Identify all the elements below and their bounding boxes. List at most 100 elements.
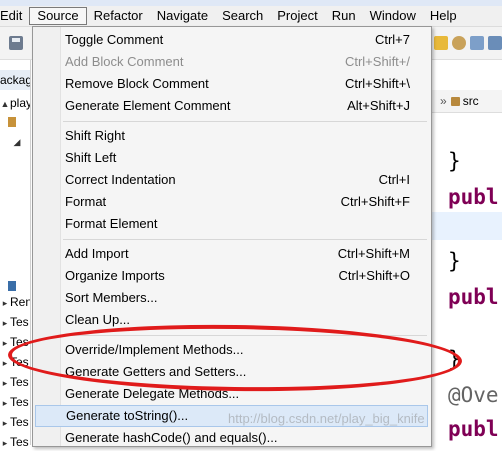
tree-item[interactable]: ◢	[0, 132, 30, 150]
menu-item-clean-up[interactable]: Clean Up...	[35, 309, 428, 331]
tree-item-label: play	[10, 96, 30, 110]
open-type-icon[interactable]	[452, 36, 466, 50]
menu-item-add-block-comment[interactable]: Add Block Comment Ctrl+Shift+/	[35, 51, 428, 73]
menu-separator	[63, 239, 427, 240]
menu-item-shortcut: Ctrl+Shift+M	[337, 246, 410, 261]
menu-item-generate-getters-setters[interactable]: Generate Getters and Setters...	[35, 361, 428, 383]
breadcrumb-src[interactable]: src	[463, 94, 479, 108]
code-line: publ	[448, 185, 499, 209]
code-line: publ	[448, 285, 499, 309]
tree-item[interactable]: ▸ Tes	[0, 373, 30, 391]
menu-separator	[63, 335, 427, 336]
menu-item-generate-delegate-methods[interactable]: Generate Delegate Methods...	[35, 383, 428, 405]
expand-icon[interactable]: ◢	[12, 133, 22, 150]
menu-project[interactable]: Project	[270, 7, 324, 25]
menu-window[interactable]: Window	[363, 7, 423, 25]
code-line: }	[448, 149, 461, 173]
toolbar-right-group	[434, 36, 502, 50]
menu-item-label: Format Element	[65, 216, 158, 231]
code-editor[interactable]: » src } publ } publ } @Ove publ	[432, 60, 502, 445]
source-menu-dropdown: Toggle Comment Ctrl+7 Add Block Comment Ct…	[32, 26, 432, 447]
tree-item[interactable]: ▸ Tes	[0, 313, 30, 331]
menu-item-label: Generate Getters and Setters...	[65, 364, 247, 379]
menu-item-remove-block-comment[interactable]: Remove Block Comment Ctrl+Shift+\	[35, 73, 428, 95]
expand-icon[interactable]: ▸	[0, 434, 10, 451]
code-line: publ	[448, 417, 499, 441]
menu-item-sort-members[interactable]: Sort Members...	[35, 287, 428, 309]
menu-item-label: Shift Right	[65, 128, 125, 143]
menu-item-organize-imports[interactable]: Organize Imports Ctrl+Shift+O	[35, 265, 428, 287]
tree-item-label: Tes	[10, 375, 29, 389]
package-explorer-tab[interactable]: ackag	[0, 70, 30, 90]
tree-item[interactable]: ▸ Tes	[0, 433, 30, 451]
tree-item[interactable]	[0, 112, 30, 130]
search-icon[interactable]	[470, 36, 484, 50]
tree-item[interactable]: ▸ Ren	[0, 293, 30, 311]
tree-item[interactable]: ▸ Tes	[0, 333, 30, 351]
menu-item-generate-hashcode-equals[interactable]: Generate hashCode() and equals()...	[35, 427, 428, 449]
menu-run[interactable]: Run	[325, 7, 363, 25]
menu-item-label: Override/Implement Methods...	[65, 342, 244, 357]
menu-item-toggle-comment[interactable]: Toggle Comment Ctrl+7	[35, 29, 428, 51]
tree-item[interactable]: ▸ Tes	[0, 413, 30, 431]
menu-item-label: Clean Up...	[65, 312, 131, 327]
breadcrumb-arrow-icon: »	[440, 94, 447, 108]
menu-source[interactable]: Source	[29, 7, 87, 25]
new-folder-icon[interactable]	[434, 36, 448, 50]
menu-item-shortcut: Ctrl+Shift+/	[344, 54, 410, 69]
menu-item-correct-indentation[interactable]: Correct Indentation Ctrl+I	[35, 169, 428, 191]
menu-item-label: Generate Element Comment	[65, 98, 231, 113]
menu-item-label: Correct Indentation	[65, 172, 176, 187]
code-line: @Ove	[448, 383, 499, 407]
menu-item-label: Sort Members...	[65, 290, 158, 305]
tree-item[interactable]: ▲play	[0, 94, 30, 112]
breadcrumb: » src	[432, 90, 502, 113]
expand-icon[interactable]: ▸	[0, 314, 10, 331]
tree-item-label: Tes	[10, 395, 29, 409]
expand-icon[interactable]: ▸	[0, 334, 10, 351]
tree-item[interactable]: ▸ Tes	[0, 393, 30, 411]
menu-item-shortcut: Ctrl+Shift+F	[340, 194, 410, 209]
menu-navigate[interactable]: Navigate	[150, 7, 215, 25]
menu-help[interactable]: Help	[423, 7, 464, 25]
menu-edit[interactable]: Edit	[0, 7, 29, 25]
menu-item-label: Generate Delegate Methods...	[65, 386, 240, 401]
source-folder-icon	[450, 97, 460, 107]
menu-item-override-implement-methods[interactable]: Override/Implement Methods...	[35, 339, 428, 361]
tree-item-label: Tes	[10, 415, 29, 429]
navigate-icon[interactable]	[488, 36, 502, 50]
expand-icon[interactable]: ▸	[0, 374, 10, 391]
menu-bar: Edit Source Refactor Navigate Search Pro…	[0, 6, 502, 27]
menu-item-shortcut: Ctrl+I	[378, 172, 410, 187]
menu-separator	[63, 121, 427, 122]
expand-icon[interactable]: ▸	[0, 394, 10, 411]
expand-icon[interactable]: ▸	[0, 414, 10, 431]
collapse-icon[interactable]: ▲	[0, 95, 10, 112]
tree-item[interactable]	[0, 276, 30, 294]
menu-item-shortcut: Ctrl+7	[374, 32, 410, 47]
menu-item-format[interactable]: Format Ctrl+Shift+F	[35, 191, 428, 213]
menu-item-label: Shift Left	[65, 150, 117, 165]
menu-item-shift-left[interactable]: Shift Left	[35, 147, 428, 169]
menu-item-add-import[interactable]: Add Import Ctrl+Shift+M	[35, 243, 428, 265]
menu-item-generate-element-comment[interactable]: Generate Element Comment Alt+Shift+J	[35, 95, 428, 117]
menu-item-label: Format	[65, 194, 107, 209]
menu-item-label: Organize Imports	[65, 268, 165, 283]
tree-item-label: Tes	[10, 355, 29, 369]
tree-item-label: Tes	[10, 435, 29, 449]
menu-item-shortcut: Ctrl+Shift+\	[344, 76, 410, 91]
expand-icon[interactable]: ▸	[0, 354, 10, 371]
menu-item-shortcut: Ctrl+Shift+O	[338, 268, 410, 283]
menu-item-shift-right[interactable]: Shift Right	[35, 125, 428, 147]
menu-item-format-element[interactable]: Format Element	[35, 213, 428, 235]
menu-refactor[interactable]: Refactor	[87, 7, 150, 25]
code-line: }	[448, 249, 461, 273]
save-icon[interactable]	[9, 36, 23, 50]
menu-item-label: Generate hashCode() and equals()...	[65, 430, 278, 445]
expand-icon[interactable]: ▸	[0, 294, 10, 311]
tree-item[interactable]: ▸ Tes	[0, 353, 30, 371]
tree-item-label: Tes	[10, 315, 29, 329]
menu-search[interactable]: Search	[215, 7, 270, 25]
menu-item-label: Add Block Comment	[65, 54, 184, 69]
current-line-highlight	[432, 212, 502, 240]
